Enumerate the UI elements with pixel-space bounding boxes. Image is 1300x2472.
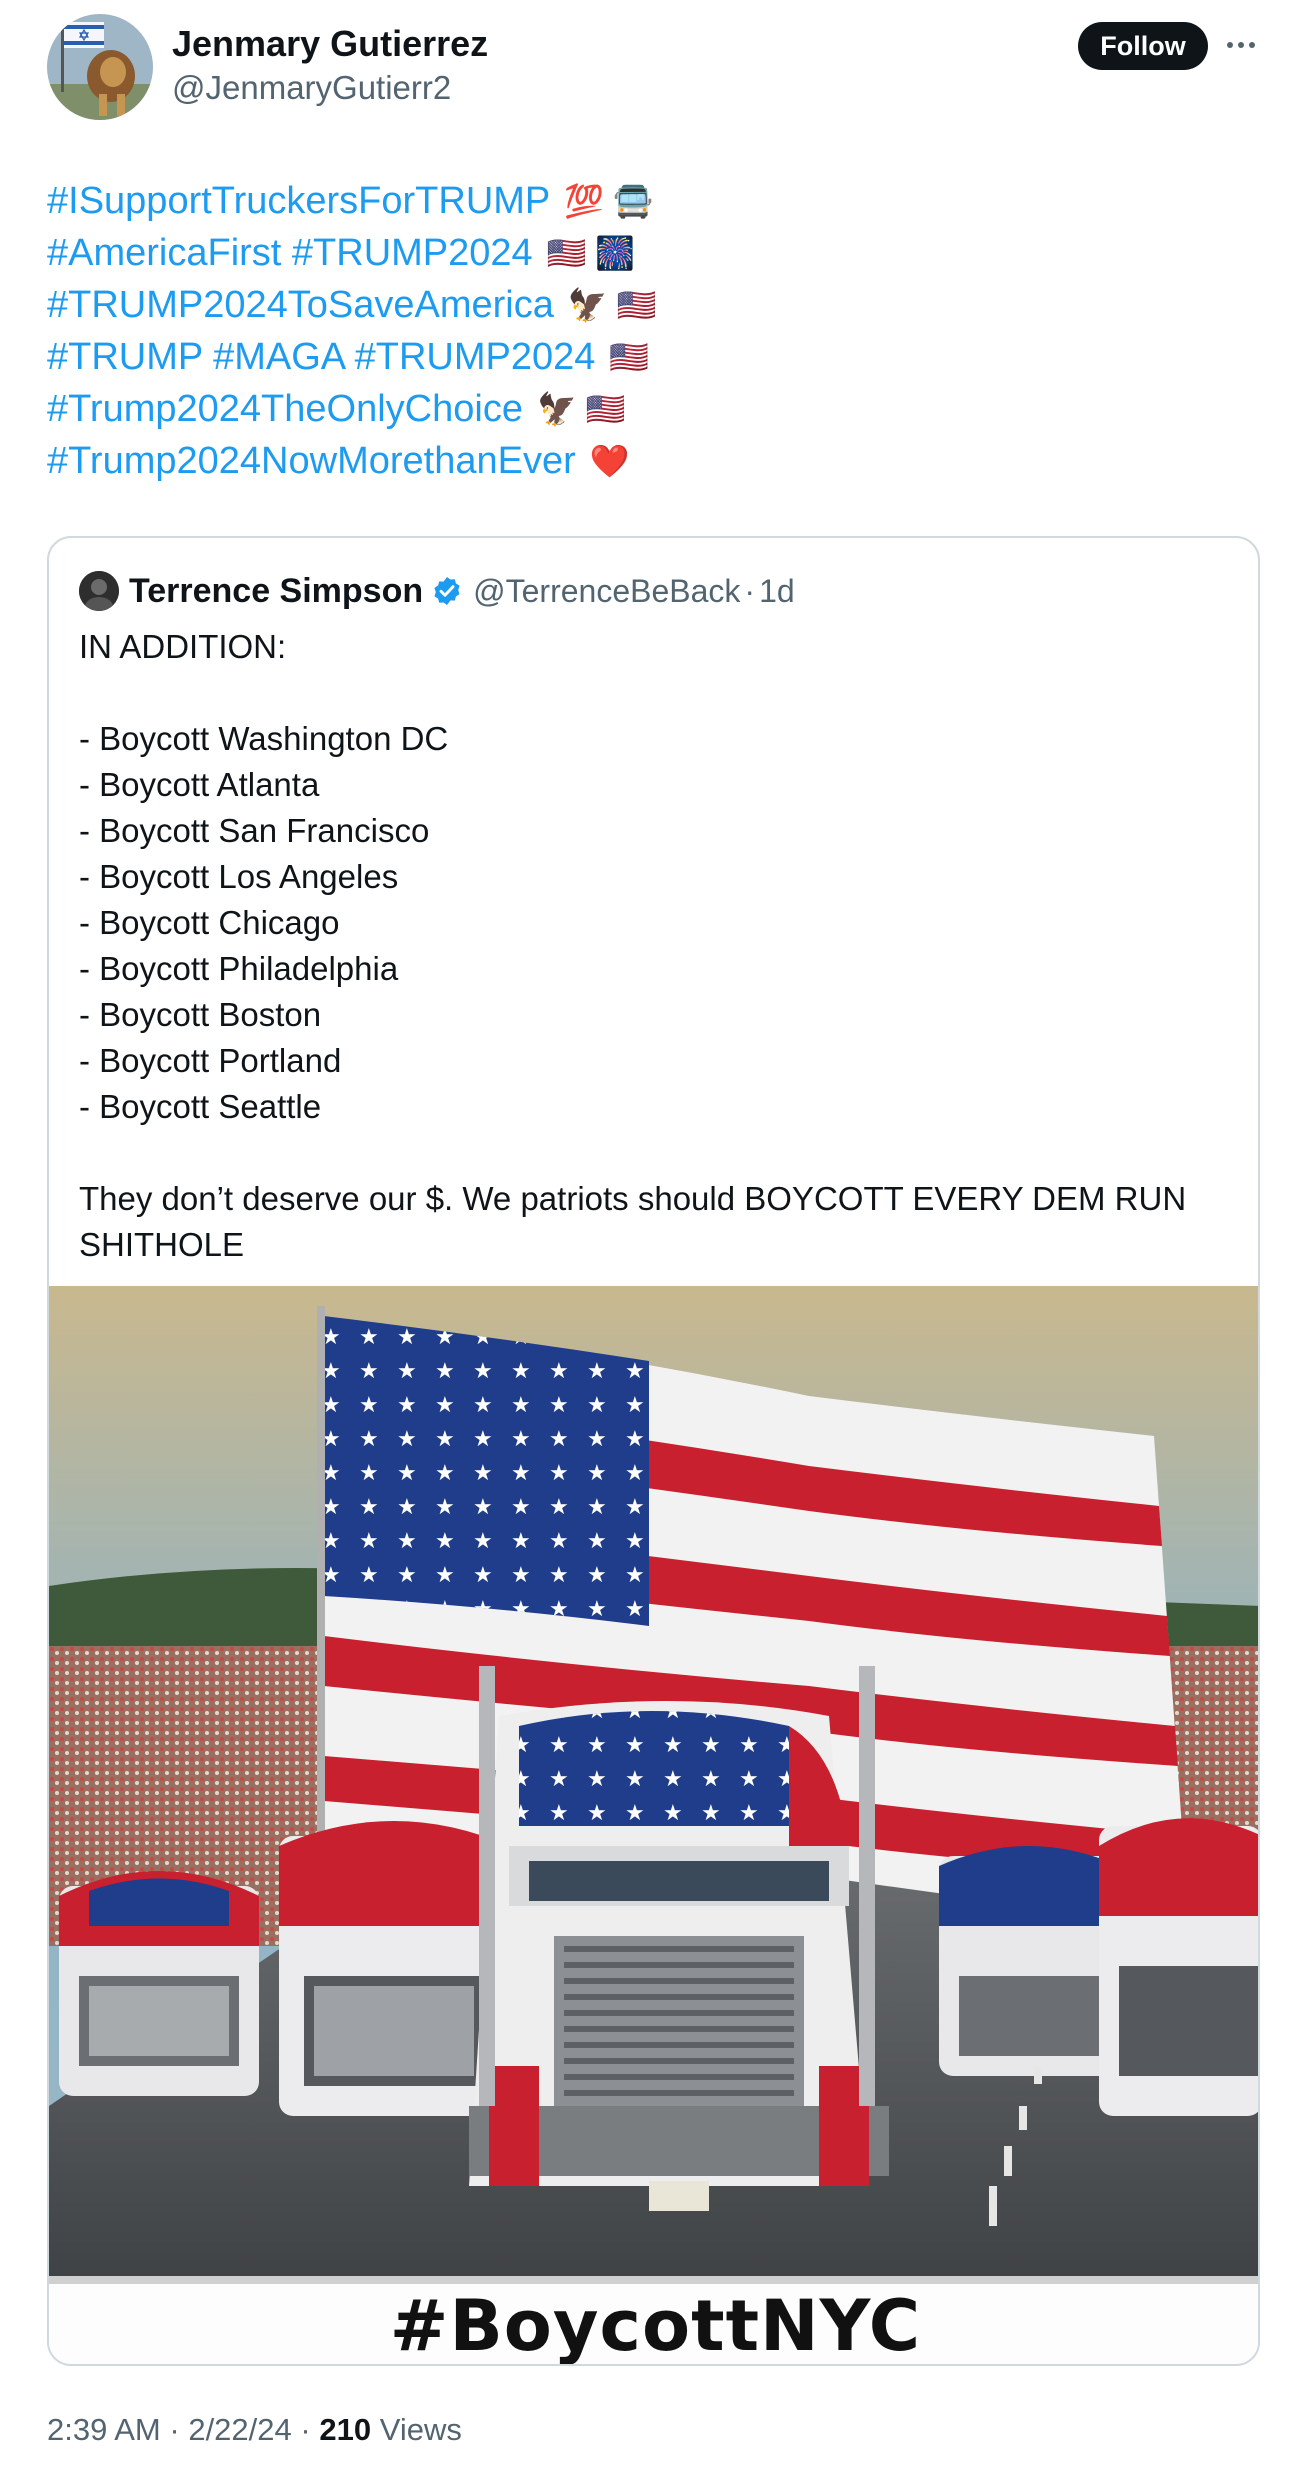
hashtag-line: #TRUMP2024ToSaveAmerica 🦅 🇺🇸 [47,279,1253,331]
more-options-icon[interactable] [1227,38,1257,52]
hashtag-link[interactable]: #TRUMP2024ToSaveAmerica [47,279,554,331]
tweet-header: Jenmary Gutierrez @JenmaryGutierr2 Follo… [47,14,1255,124]
author-avatar[interactable] [47,14,153,120]
boycott-item: - Boycott Atlanta [79,766,320,803]
hashtag-line: #ISupportTruckersForTRUMP 💯 🚍 [47,175,1253,227]
quoted-tweet-image[interactable]: ★ [49,1286,1258,2286]
separator-dot: · [300,2412,311,2447]
boycott-item: - Boycott Chicago [79,904,340,941]
emoji: 💯 🚍 [564,183,653,219]
emoji: 🇺🇸 [609,339,650,375]
quoted-author-name[interactable]: Terrence Simpson [129,572,423,611]
hashtag-link[interactable]: #Trump2024TheOnlyChoice [47,383,523,435]
image-caption: #BoycottNYC [49,2284,1258,2366]
separator-dot: · [744,572,756,609]
views-count: 210 [319,2412,372,2447]
tweet-date[interactable]: 2/22/24 [188,2412,291,2447]
quoted-tweet[interactable]: Terrence Simpson @TerrenceBeBack · 1d IN… [47,536,1260,2366]
follow-button[interactable]: Follow [1078,22,1208,70]
emoji: ❤️ [589,443,630,479]
hashtag-line: #Trump2024NowMorethanEver ❤️ [47,435,1253,487]
image-caption-text: #BoycottNYC [389,2285,922,2366]
separator-dot: · [169,2412,180,2447]
boycott-item: - Boycott Washington DC [79,720,449,757]
body-intro: IN ADDITION: [79,628,287,665]
emoji: 🦅 🇺🇸 [567,287,657,323]
hashtag-line: #AmericaFirst #TRUMP2024 🇺🇸 🎆 [47,227,1253,279]
emoji: 🇺🇸 🎆 [546,235,636,271]
hashtag-link[interactable]: #Trump2024NowMorethanEver [47,435,576,487]
author-name[interactable]: Jenmary Gutierrez [172,22,488,66]
quoted-author-avatar[interactable] [79,571,119,611]
emoji: 🦅 🇺🇸 [536,391,626,427]
boycott-item: - Boycott Seattle [79,1088,322,1125]
boycott-item: - Boycott Philadelphia [79,950,399,987]
tweet-time[interactable]: 2:39 AM [47,2412,161,2447]
quoted-tweet-header: Terrence Simpson @TerrenceBeBack · 1d [79,568,795,614]
tweet-meta: 2:39 AM · 2/22/24 · 210 Views [47,2412,462,2448]
body-closing: They don’t deserve our $. We patriots sh… [79,1180,1187,1263]
boycott-item: - Boycott Portland [79,1042,342,1079]
boycott-item: - Boycott Boston [79,996,322,1033]
views-label: Views [379,2412,462,2447]
hashtag-link[interactable]: #AmericaFirst #TRUMP2024 [47,227,533,279]
quoted-author-handle[interactable]: @TerrenceBeBack [473,573,740,610]
hashtag-link[interactable]: #TRUMP #MAGA #TRUMP2024 [47,331,595,383]
hashtag-link[interactable]: #ISupportTruckersForTRUMP [47,175,550,227]
hashtag-line: #TRUMP #MAGA #TRUMP2024 🇺🇸 [47,331,1253,383]
verified-badge-icon [434,577,460,605]
author-handle[interactable]: @JenmaryGutierr2 [172,66,488,110]
quoted-timestamp[interactable]: 1d [759,573,795,610]
hashtag-line: #Trump2024TheOnlyChoice 🦅 🇺🇸 [47,383,1253,435]
boycott-item: - Boycott Los Angeles [79,858,399,895]
tweet-text: #ISupportTruckersForTRUMP 💯 🚍 #AmericaFi… [47,175,1253,487]
boycott-item: - Boycott San Francisco [79,812,430,849]
quoted-tweet-body: IN ADDITION: - Boycott Washington DC - B… [79,624,1239,1268]
